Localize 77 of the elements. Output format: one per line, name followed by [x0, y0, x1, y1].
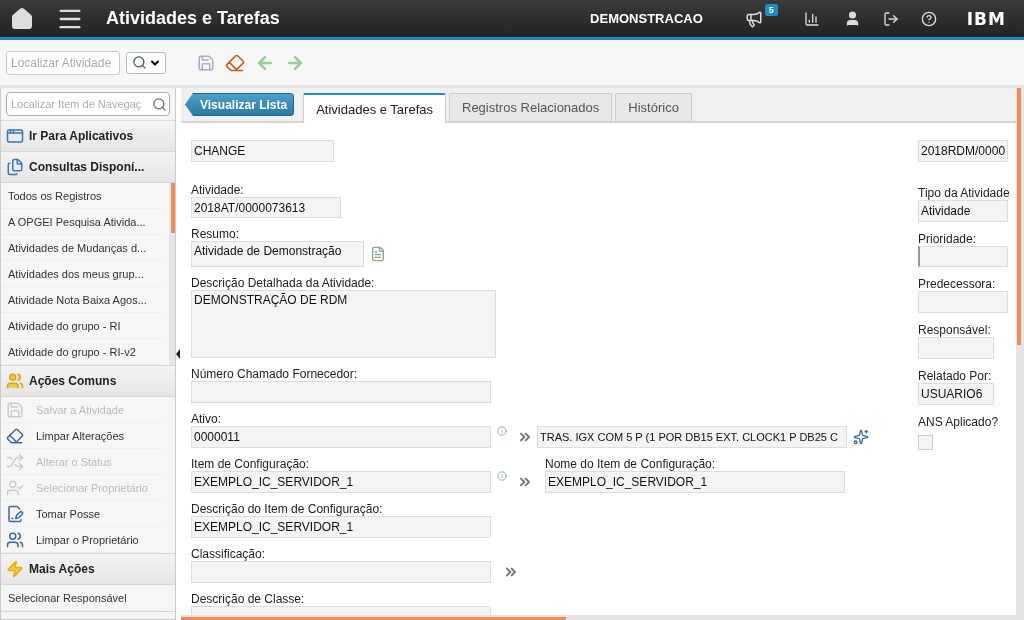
eraser-icon	[6, 426, 24, 445]
search-icon[interactable]	[152, 96, 167, 112]
field-label: Item de Configuração:	[191, 458, 311, 470]
text-field[interactable]: EXEMPLO_IC_SERVIDOR_1	[191, 471, 491, 493]
text-field[interactable]: CHANGE	[191, 140, 334, 162]
lightning-icon	[6, 560, 24, 578]
sidebar-item[interactable]: Limpar o Proprietário	[1, 527, 163, 553]
document-icon	[6, 504, 24, 523]
section-header[interactable]: Mais Ações	[1, 554, 175, 585]
tab[interactable]: Histórico	[615, 93, 692, 121]
sidebar-item[interactable]: Tomar Posse	[1, 501, 163, 527]
text-field[interactable]: EXEMPLO_IC_SERVIDOR_1	[545, 471, 845, 493]
text-field[interactable]: Atividade	[918, 200, 1008, 222]
people-icon	[6, 372, 24, 390]
field-label: Prioridade:	[918, 233, 978, 245]
floppy-icon	[6, 400, 24, 419]
text-field[interactable]: DEMONSTRAÇÃO DE RDM	[191, 290, 496, 358]
search-field[interactable]: Localizar Atividade	[6, 50, 120, 75]
tab[interactable]: Registros Relacionados	[449, 93, 613, 121]
sidebar-item[interactable]: Atividade do grupo - RI	[1, 313, 163, 339]
field-label: Descrição Detalhada da Atividade:	[191, 277, 376, 289]
select-field[interactable]	[918, 246, 1008, 267]
tab[interactable]: Atividades e Tarefas	[303, 93, 446, 123]
field-label: Classificação:	[191, 548, 267, 560]
search-dropdown[interactable]	[126, 51, 166, 74]
text-field[interactable]: 2018AT/0000073613	[191, 197, 341, 218]
field-label: Descrição de Classe:	[191, 593, 306, 605]
checkbox[interactable]	[918, 435, 933, 450]
text-field[interactable]: 2018RDM/0000	[918, 140, 1008, 162]
field-label: Ativo:	[191, 413, 222, 425]
window-icon	[6, 127, 24, 145]
section-header[interactable]: Ir Para Aplicativos	[1, 121, 175, 152]
megaphone-icon[interactable]	[744, 9, 763, 28]
user-name: DEMONSTRACAO	[590, 11, 703, 26]
field-label: Tipo da Atividade	[918, 187, 1011, 199]
brand-logo: IBM	[966, 8, 1006, 29]
search-icon	[131, 55, 147, 70]
field-label: Responsável:	[918, 324, 992, 336]
field-label: Relatado Por:	[918, 370, 993, 382]
sidebar-item[interactable]: Limpar Alterações	[1, 423, 163, 449]
documents-icon	[6, 158, 24, 176]
text-field[interactable]	[918, 291, 1008, 313]
user-check-icon	[6, 478, 24, 497]
sidebar-item[interactable]: A OPGEI Pesquisa Ativida...	[1, 209, 163, 235]
bar-chart-icon[interactable]	[803, 10, 820, 27]
app-title: Atividades e Tarefas	[106, 8, 280, 29]
field-label: Descrição do Item de Configuração:	[191, 503, 384, 515]
people-icon	[6, 530, 24, 549]
logout-icon[interactable]	[882, 10, 899, 27]
text-field[interactable]	[191, 561, 491, 583]
help-icon[interactable]	[920, 10, 937, 27]
text-field[interactable]	[918, 337, 994, 359]
home-icon[interactable]	[10, 6, 34, 31]
text-field[interactable]: EXEMPLO_IC_SERVIDOR_1	[191, 516, 491, 538]
text-field[interactable]	[191, 381, 491, 403]
sidebar-item[interactable]: Selecionar Responsável	[1, 585, 163, 611]
section-header[interactable]: Consultas Disponí...	[1, 152, 175, 183]
sidebar-item[interactable]: Atividades de Mudanças d...	[1, 235, 163, 261]
sidebar-item[interactable]: Atividade do grupo - RI-v2	[1, 339, 163, 365]
field-label: Atividade:	[191, 184, 245, 196]
sidebar-item[interactable]: Todos os Registros	[1, 183, 163, 209]
text-field[interactable]: Atividade de Demonstração	[191, 241, 364, 267]
text-field[interactable]: 0000011	[191, 426, 491, 448]
navigation-search-field[interactable]: Localizar Item de Navegaç	[6, 92, 170, 116]
sidebar-item[interactable]: Atividade Nota Baixa Agos...	[1, 287, 163, 313]
view-list-button[interactable]: Visualizar Lista	[185, 93, 295, 116]
sidebar-item[interactable]: Atividades dos meus grup...	[1, 261, 163, 287]
field-label: Nome do Item de Configuração:	[545, 458, 717, 470]
field-label: ANS Aplicado?	[918, 416, 1000, 428]
text-field[interactable]: TRAS. IGX COM 5 P (1 POR DB15 EXT. CLOCK1 P DB25 C	[537, 426, 847, 448]
text-field[interactable]: USUARIO6	[918, 383, 994, 405]
field-label: Número Chamado Fornecedor:	[191, 368, 359, 380]
notification-badge: 5	[764, 3, 778, 16]
field-label: Resumo:	[191, 228, 241, 240]
field-label: Predecessora:	[918, 278, 997, 290]
shuffle-icon	[6, 452, 24, 471]
section-header[interactable]: Ações Comuns	[1, 366, 175, 397]
